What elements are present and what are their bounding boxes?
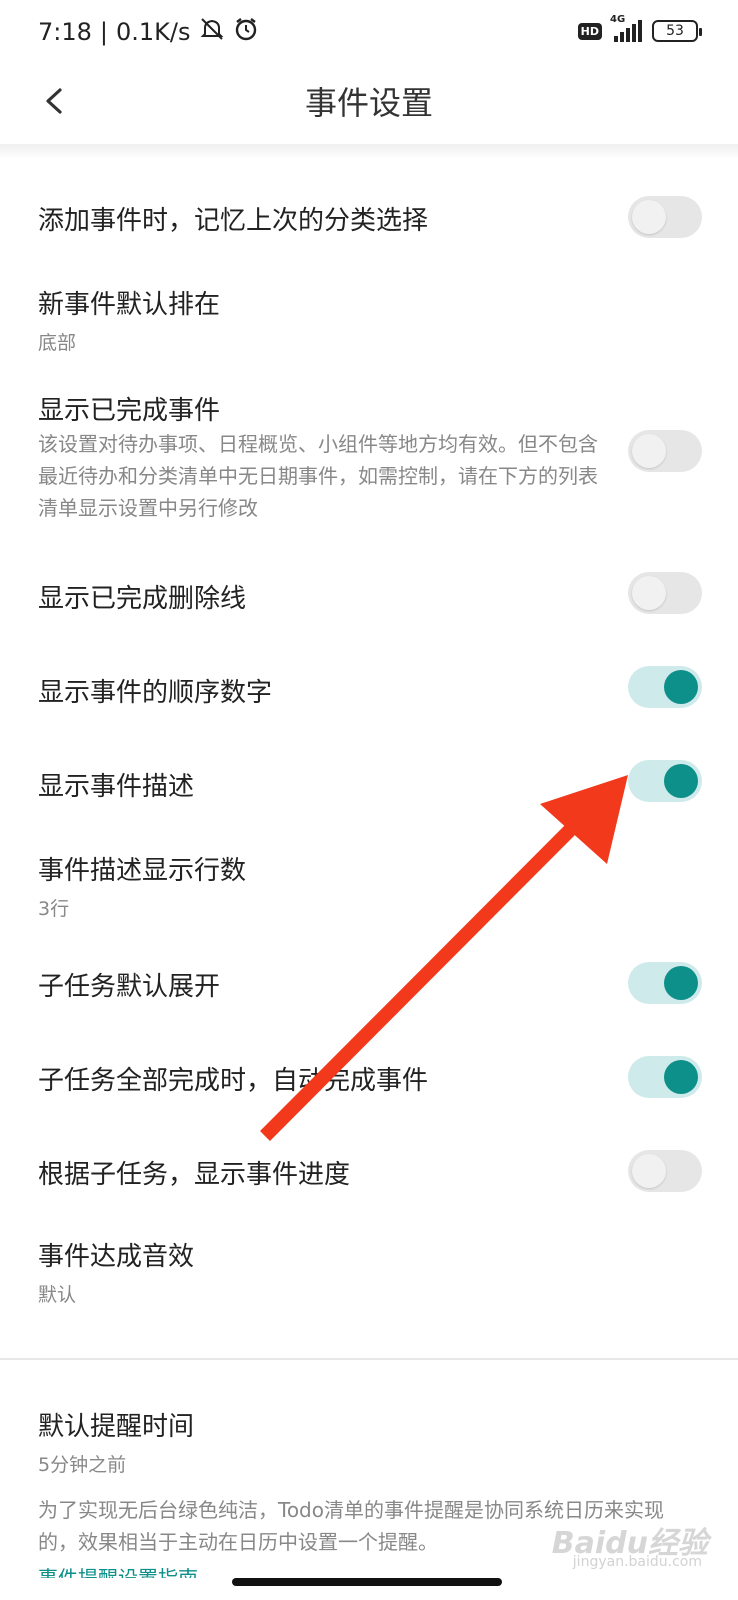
- setting-new-event-position[interactable]: 新事件默认排在 底部: [0, 268, 738, 368]
- app-bar: 事件设置: [0, 64, 738, 144]
- setting-description-lines[interactable]: 事件描述显示行数 3行: [0, 836, 738, 936]
- status-bar: 7:18 | 0.1K/s HD 4G 53: [0, 0, 738, 64]
- setting-title: 事件达成音效: [38, 1242, 195, 1272]
- toggle-knob: [664, 670, 698, 704]
- setting-default-reminder[interactable]: 默认提醒时间 5分钟之前: [0, 1390, 738, 1490]
- setting-title: 子任务全部完成时，自动完成事件: [38, 1066, 429, 1096]
- alarm-icon: [233, 16, 259, 48]
- toggle-subtask-progress[interactable]: [628, 1150, 702, 1192]
- setting-title: 事件描述显示行数: [38, 856, 247, 886]
- page-title: 事件设置: [304, 84, 433, 122]
- setting-value: 默认: [38, 1284, 77, 1306]
- setting-completion-sound[interactable]: 事件达成音效 默认: [0, 1222, 738, 1322]
- toggle-remember-category[interactable]: [628, 196, 702, 238]
- status-separator: |: [99, 18, 108, 46]
- watermark-url: jingyan.baidu.com: [572, 1554, 702, 1570]
- setting-subtask-expand[interactable]: 子任务默认展开: [0, 938, 738, 1028]
- setting-remember-category[interactable]: 添加事件时，记忆上次的分类选择: [0, 172, 738, 262]
- setting-title: 显示已完成事件: [38, 396, 221, 426]
- setting-title: 显示事件的顺序数字: [38, 678, 273, 708]
- status-left: 7:18 | 0.1K/s: [38, 16, 259, 48]
- toggle-knob: [664, 966, 698, 1000]
- setting-title: 新事件默认排在: [38, 290, 221, 320]
- setting-title: 显示事件描述: [38, 772, 195, 802]
- app-bar-shadow: [0, 144, 738, 160]
- battery-indicator: 53: [652, 20, 702, 42]
- toggle-knob: [664, 1060, 698, 1094]
- setting-value: 底部: [38, 332, 77, 354]
- toggle-order-number[interactable]: [628, 666, 702, 708]
- toggle-subtask-autocomplete[interactable]: [628, 1056, 702, 1098]
- toggle-knob: [632, 200, 666, 234]
- setting-subtask-progress[interactable]: 根据子任务，显示事件进度: [0, 1126, 738, 1216]
- reminder-guide-link[interactable]: 事件提醒设置指南: [38, 1562, 198, 1578]
- toggle-knob: [632, 1154, 666, 1188]
- bell-muted-icon: [199, 16, 225, 48]
- setting-title: 显示已完成删除线: [38, 584, 247, 614]
- setting-title: 子任务默认展开: [38, 972, 221, 1002]
- signal-icon: 4G: [610, 14, 644, 44]
- setting-description: 该设置对待办事项、日程概览、小组件等地方均有效。但不包含最近待办和分类清单中无日…: [38, 432, 598, 520]
- setting-order-number[interactable]: 显示事件的顺序数字: [0, 642, 738, 732]
- toggle-knob: [632, 434, 666, 468]
- section-divider: [0, 1358, 738, 1360]
- status-time: 7:18: [38, 18, 92, 46]
- hd-badge: HD: [577, 22, 602, 40]
- setting-strikethrough[interactable]: 显示已完成删除线: [0, 548, 738, 638]
- network-speed: 0.1K/s: [116, 18, 191, 46]
- toggle-strikethrough[interactable]: [628, 572, 702, 614]
- toggle-subtask-expand[interactable]: [628, 962, 702, 1004]
- setting-value: 3行: [38, 898, 70, 920]
- toggle-show-completed[interactable]: [628, 430, 702, 472]
- setting-value: 5分钟之前: [38, 1454, 127, 1476]
- toggle-show-description[interactable]: [628, 760, 702, 802]
- setting-title: 添加事件时，记忆上次的分类选择: [38, 206, 429, 236]
- status-right: HD 4G 53: [577, 14, 702, 44]
- setting-title: 默认提醒时间: [38, 1412, 195, 1442]
- home-indicator[interactable]: [232, 1578, 502, 1586]
- setting-show-description[interactable]: 显示事件描述: [0, 736, 738, 826]
- setting-show-completed[interactable]: 显示已完成事件 该设置对待办事项、日程概览、小组件等地方均有效。但不包含最近待办…: [0, 378, 738, 528]
- setting-subtask-autocomplete[interactable]: 子任务全部完成时，自动完成事件: [0, 1032, 738, 1122]
- toggle-knob: [632, 576, 666, 610]
- setting-title: 根据子任务，显示事件进度: [38, 1160, 351, 1190]
- toggle-knob: [664, 764, 698, 798]
